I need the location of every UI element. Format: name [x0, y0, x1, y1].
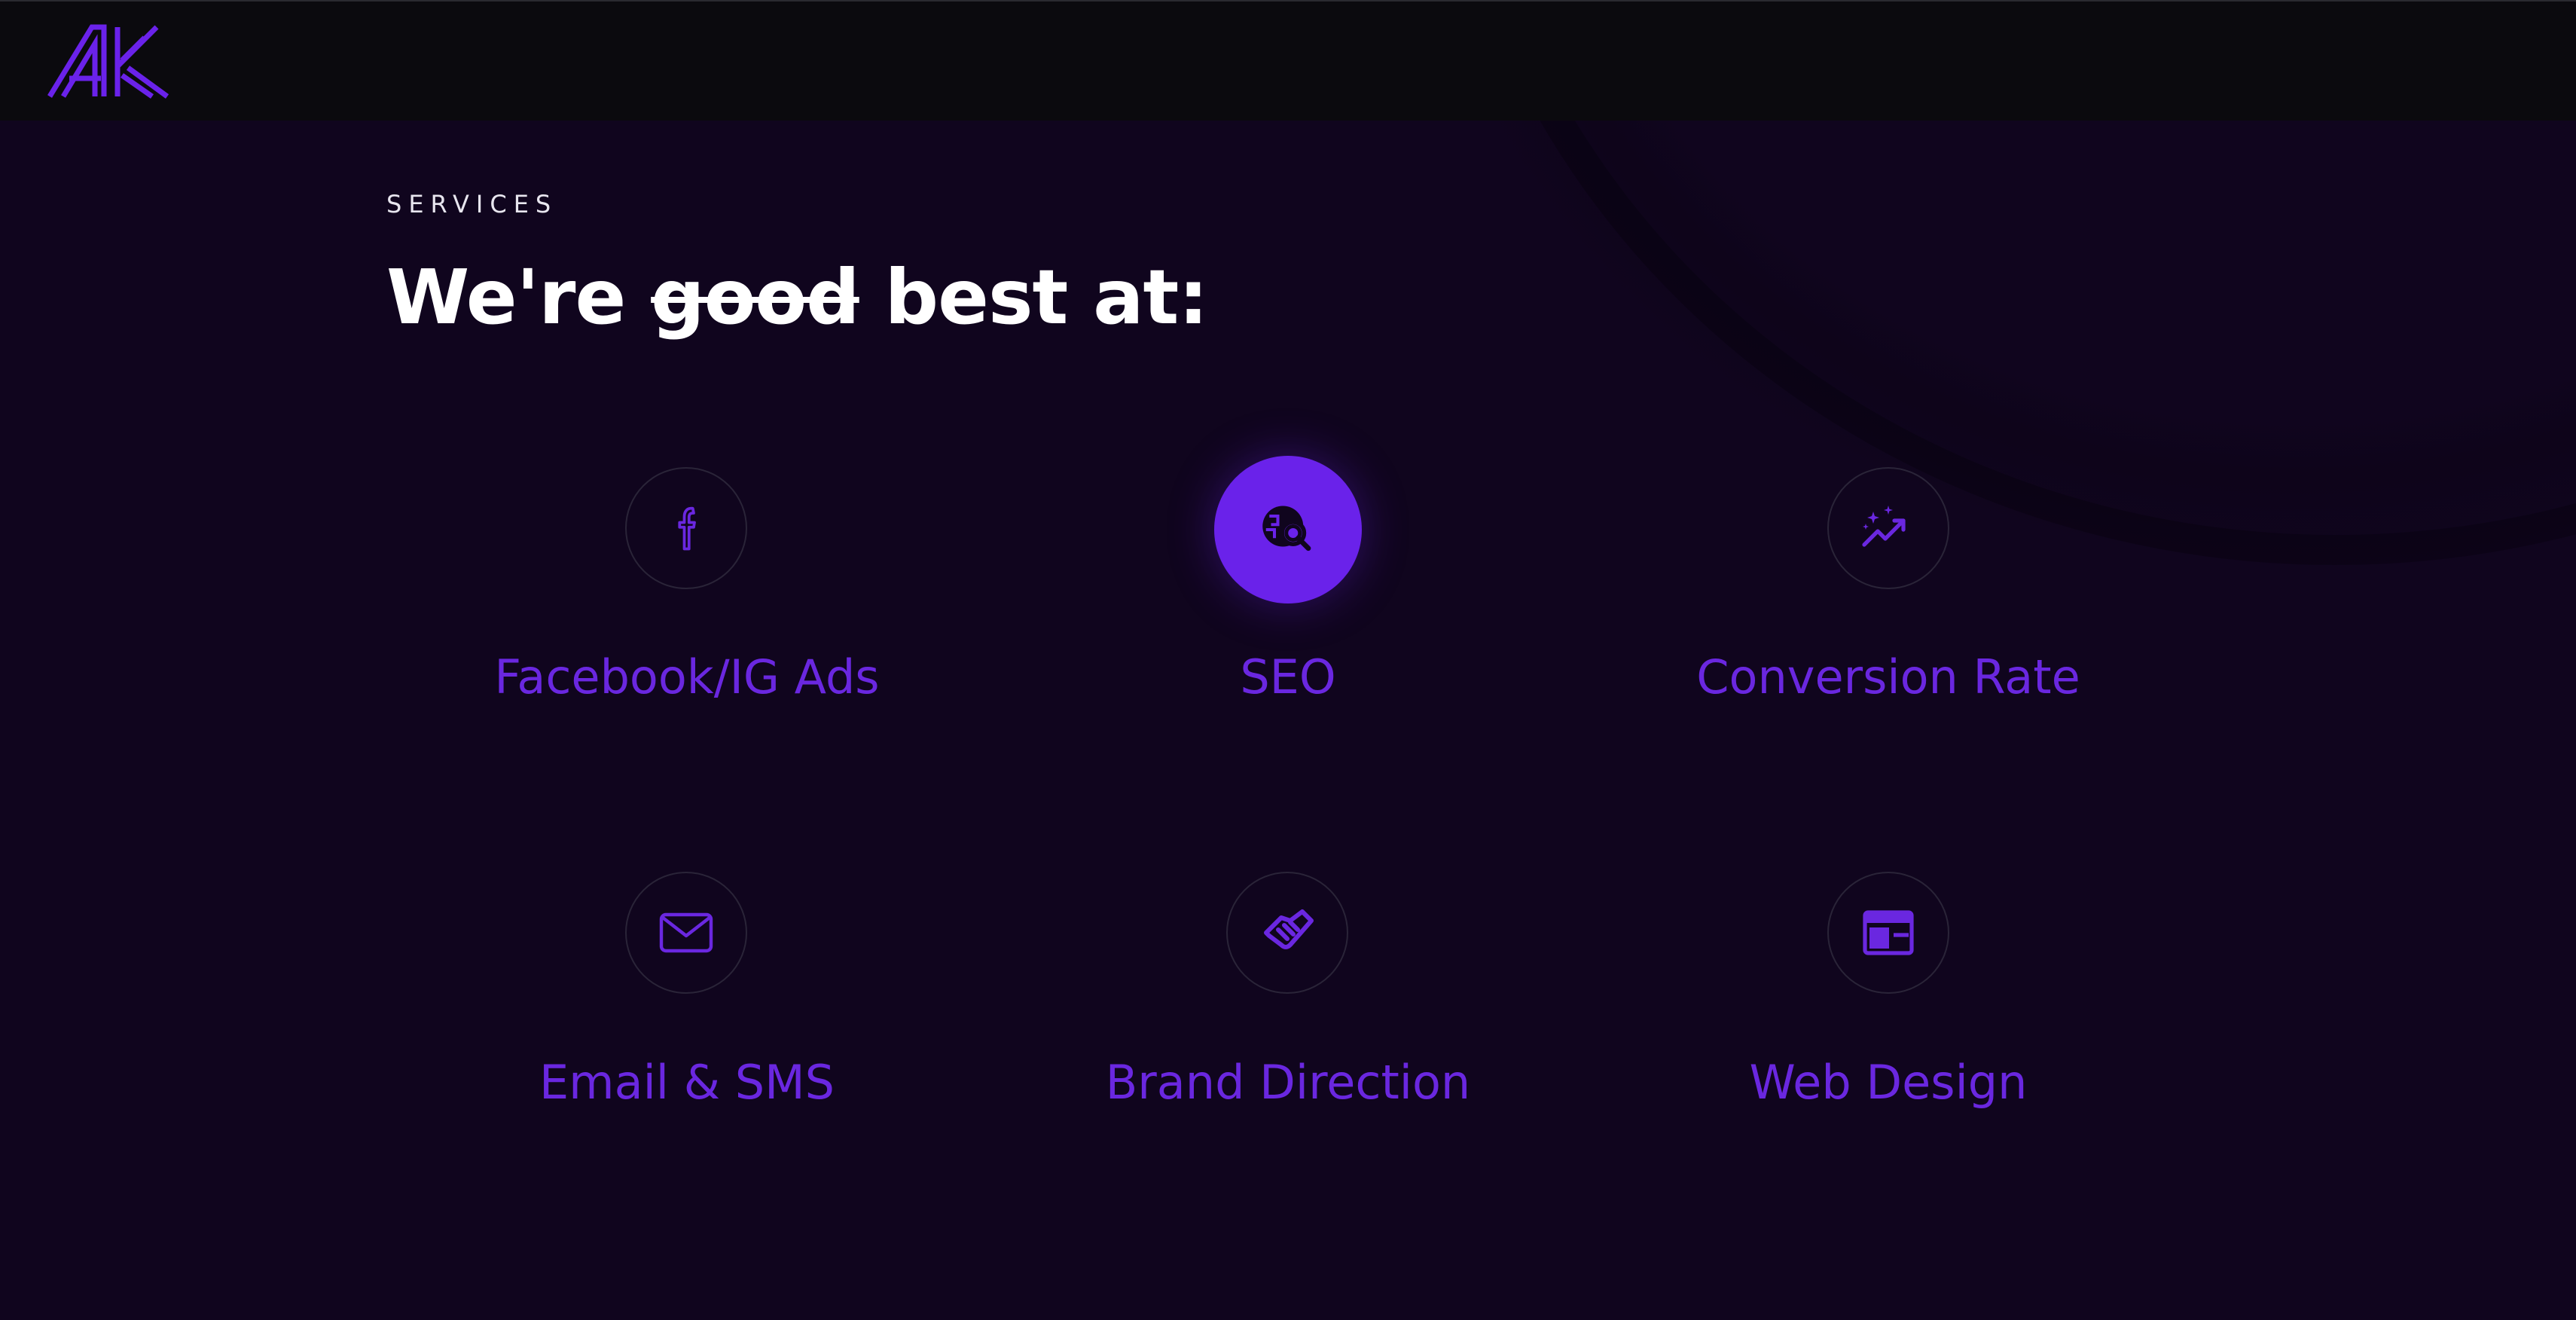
section-headline: We're good best at: — [386, 253, 1209, 341]
page: SERVICES We're good best at: Facebook/IG… — [0, 0, 2576, 1320]
service-label: Brand Direction — [1105, 1055, 1471, 1110]
service-label: Conversion Rate — [1696, 649, 2080, 704]
headline-prefix: We're — [386, 253, 652, 341]
service-label: Facebook/IG Ads — [494, 649, 880, 704]
brand-icon-circle[interactable] — [1226, 872, 1348, 994]
section-eyebrow: SERVICES — [386, 190, 558, 218]
web-design-icon-circle[interactable] — [1827, 872, 1949, 994]
facebook-icon-circle[interactable] — [625, 467, 747, 589]
browser-layout-icon — [1863, 910, 1914, 955]
trending-sparkle-icon — [1862, 506, 1906, 547]
headline-suffix: best at: — [859, 253, 1209, 341]
handshake-icon — [1264, 909, 1314, 949]
mail-icon — [659, 912, 713, 953]
seo-icon-circle[interactable] — [1214, 456, 1362, 603]
seo-search-icon — [1262, 506, 1311, 552]
service-label: SEO — [1240, 649, 1336, 704]
headline-strikethrough-word: good — [651, 253, 860, 341]
service-label: Web Design — [1749, 1055, 2028, 1110]
services-section: SERVICES We're good best at: Facebook/IG… — [0, 0, 2576, 1320]
email-icon-circle[interactable] — [625, 872, 747, 994]
facebook-icon — [678, 506, 696, 551]
service-label: Email & SMS — [539, 1055, 835, 1110]
conversion-icon-circle[interactable] — [1827, 467, 1949, 589]
